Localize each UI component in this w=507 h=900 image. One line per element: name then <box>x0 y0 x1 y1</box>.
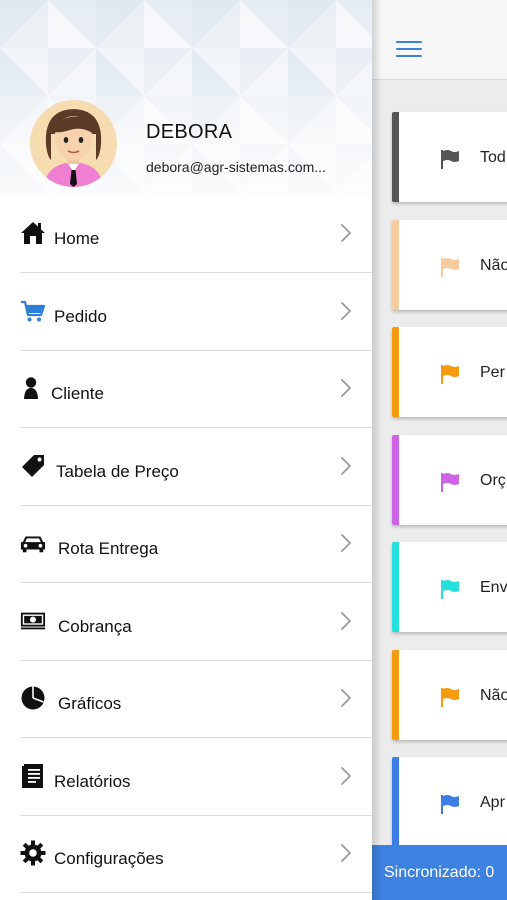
flag-icon <box>439 363 461 385</box>
hamburger-line <box>396 41 422 43</box>
home-icon <box>20 220 46 246</box>
status-card-label: Per <box>480 364 505 381</box>
menu-item-graficos[interactable]: Gráficos <box>0 661 372 738</box>
status-card-label: Env <box>480 579 507 596</box>
status-filter-card[interactable]: Tod <box>392 112 507 202</box>
pie-chart-icon <box>20 685 46 711</box>
car-icon <box>20 530 46 556</box>
drawer-header: DEBORA debora@agr-sistemas.com... <box>0 0 372 196</box>
menu-item-label: Home <box>54 229 100 248</box>
status-filter-card[interactable]: Não <box>392 219 507 310</box>
status-filter-card[interactable]: Orç <box>392 434 507 525</box>
status-filter-card[interactable]: Não <box>392 649 507 740</box>
menu-item-label: Configurações <box>54 849 164 868</box>
menu-item-pedido[interactable]: Pedido <box>0 274 372 351</box>
main-header <box>372 0 507 80</box>
hamburger-line <box>396 55 422 57</box>
sync-status-text: Sincronizado: 0 <box>384 864 495 881</box>
chevron-right-icon <box>340 766 352 786</box>
flag-icon <box>439 256 461 278</box>
flag-icon <box>439 686 461 708</box>
flag-icon <box>439 793 461 815</box>
status-filter-card[interactable]: Apr <box>392 757 507 847</box>
status-filter-card[interactable]: Per <box>392 327 507 417</box>
flag-icon <box>439 148 461 170</box>
chevron-right-icon <box>340 611 352 631</box>
chevron-right-icon <box>340 456 352 476</box>
sync-status-bar: Sincronizado: 0 <box>372 845 507 900</box>
chevron-right-icon <box>340 223 352 243</box>
person-icon <box>20 375 46 401</box>
menu-item-label: Tabela de Preço <box>56 461 179 481</box>
hamburger-menu-button[interactable] <box>396 41 422 61</box>
chevron-right-icon <box>340 533 352 553</box>
price-tag-icon <box>20 453 46 479</box>
menu-item-label: Relatórios <box>54 771 131 791</box>
chevron-right-icon <box>340 843 352 863</box>
menu-item-label: Rota Entrega <box>58 539 159 558</box>
menu-item-relatorios[interactable]: Relatórios <box>0 739 372 816</box>
status-card-label: Apr <box>480 794 505 811</box>
status-card-label: Orç <box>480 471 506 489</box>
menu-item-label: Cobrança <box>58 616 132 636</box>
main-content-panel: Tod Não Per Orç Env Não Apr Sincronizado: 0 <box>372 0 507 900</box>
hamburger-line <box>396 48 422 50</box>
menu-divider <box>20 892 372 893</box>
menu-item-label: Pedido <box>54 306 107 326</box>
chevron-right-icon <box>340 378 352 398</box>
user-email: debora@agr-sistemas.com... <box>146 159 326 175</box>
user-name: DEBORA <box>146 121 233 143</box>
menu-item-cliente[interactable]: Cliente <box>0 351 372 428</box>
status-filter-card[interactable]: Env <box>392 542 507 632</box>
avatar[interactable] <box>30 100 117 187</box>
menu-item-label: Gráficos <box>58 694 122 713</box>
menu-item-tabela-preco[interactable]: Tabela de Preço <box>0 429 372 506</box>
status-card-label: Tod <box>480 149 506 166</box>
document-icon <box>20 763 46 789</box>
status-card-label: Não <box>480 686 507 704</box>
chevron-right-icon <box>340 301 352 321</box>
money-icon <box>20 608 46 634</box>
menu-item-home[interactable]: Home <box>0 196 372 273</box>
chevron-right-icon <box>340 688 352 708</box>
navigation-drawer: DEBORA debora@agr-sistemas.com... Home Pe… <box>0 0 372 900</box>
menu-item-label: Cliente <box>51 384 104 403</box>
menu-item-rota-entrega[interactable]: Rota Entrega <box>0 506 372 583</box>
flag-icon <box>439 578 461 600</box>
menu-item-configuracoes[interactable]: Configurações <box>0 816 372 893</box>
drawer-shadow <box>372 0 382 900</box>
gear-icon <box>20 840 46 866</box>
cart-icon <box>20 298 46 324</box>
status-card-label: Não <box>480 256 507 274</box>
flag-icon <box>439 471 461 493</box>
menu-item-cobranca[interactable]: Cobrança <box>0 584 372 661</box>
